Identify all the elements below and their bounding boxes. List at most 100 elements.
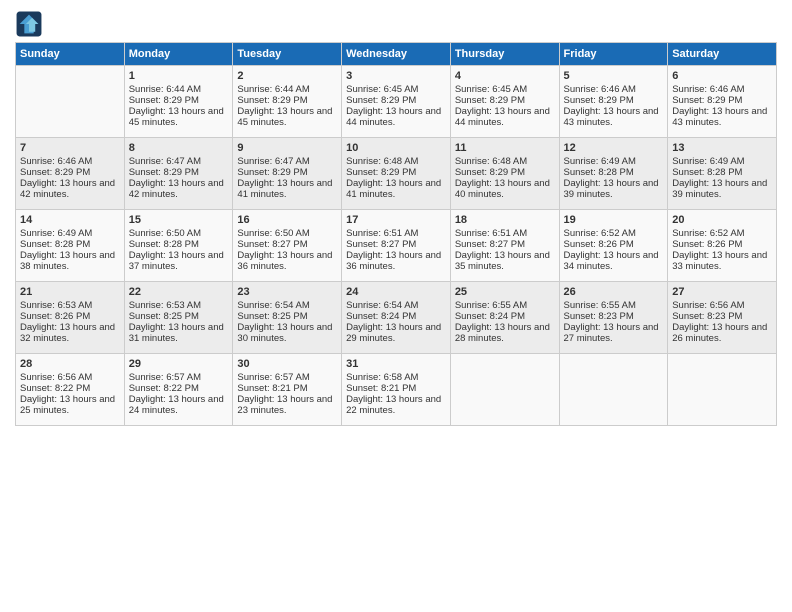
daylight-text: Daylight: 13 hours and 43 minutes.: [564, 106, 659, 128]
daylight-text: Daylight: 13 hours and 40 minutes.: [455, 178, 550, 200]
sunrise-text: Sunrise: 6:45 AM: [346, 84, 418, 95]
daylight-text: Daylight: 13 hours and 44 minutes.: [346, 106, 441, 128]
daylight-text: Daylight: 13 hours and 36 minutes.: [237, 250, 332, 272]
col-tuesday: Tuesday: [233, 43, 342, 66]
table-row: [450, 354, 559, 426]
day-number: 3: [346, 70, 446, 82]
daylight-text: Daylight: 13 hours and 24 minutes.: [129, 394, 224, 416]
sunset-text: Sunset: 8:29 PM: [129, 95, 199, 106]
daylight-text: Daylight: 13 hours and 31 minutes.: [129, 322, 224, 344]
sunset-text: Sunset: 8:29 PM: [455, 95, 525, 106]
sunrise-text: Sunrise: 6:46 AM: [672, 84, 744, 95]
day-number: 9: [237, 142, 337, 154]
table-row: 21Sunrise: 6:53 AMSunset: 8:26 PMDayligh…: [16, 282, 125, 354]
daylight-text: Daylight: 13 hours and 43 minutes.: [672, 106, 767, 128]
sunrise-text: Sunrise: 6:44 AM: [237, 84, 309, 95]
day-number: 12: [564, 142, 664, 154]
sunrise-text: Sunrise: 6:49 AM: [20, 228, 92, 239]
table-row: 30Sunrise: 6:57 AMSunset: 8:21 PMDayligh…: [233, 354, 342, 426]
sunrise-text: Sunrise: 6:52 AM: [564, 228, 636, 239]
daylight-text: Daylight: 13 hours and 38 minutes.: [20, 250, 115, 272]
day-number: 27: [672, 286, 772, 298]
logo-icon: [15, 10, 43, 38]
sunrise-text: Sunrise: 6:52 AM: [672, 228, 744, 239]
col-wednesday: Wednesday: [342, 43, 451, 66]
sunset-text: Sunset: 8:26 PM: [20, 311, 90, 322]
sunrise-text: Sunrise: 6:57 AM: [237, 372, 309, 383]
sunrise-text: Sunrise: 6:47 AM: [237, 156, 309, 167]
daylight-text: Daylight: 13 hours and 42 minutes.: [129, 178, 224, 200]
header-row: Sunday Monday Tuesday Wednesday Thursday…: [16, 43, 777, 66]
table-row: 15 Sunrise: 6:50 AMSunset: 8:28 PMDayligh…: [124, 210, 233, 282]
table-row: 28Sunrise: 6:56 AMSunset: 8:22 PMDayligh…: [16, 354, 125, 426]
day-number: 15: [129, 214, 229, 226]
sunrise-text: Sunrise: 6:50 AM: [237, 228, 309, 239]
day-number: 22: [129, 286, 229, 298]
daylight-text: Daylight: 13 hours and 39 minutes.: [564, 178, 659, 200]
day-number: 26: [564, 286, 664, 298]
sunrise-text: Sunrise: 6:54 AM: [237, 300, 309, 311]
daylight-text: Daylight: 13 hours and 41 minutes.: [237, 178, 332, 200]
table-row: 8Sunrise: 6:47 AMSunset: 8:29 PMDaylight…: [124, 138, 233, 210]
sunrise-text: Sunrise: 6:46 AM: [564, 84, 636, 95]
day-number: 18: [455, 214, 555, 226]
daylight-text: Daylight: 13 hours and 37 minutes.: [129, 250, 224, 272]
daylight-text: Daylight: 13 hours and 32 minutes.: [20, 322, 115, 344]
sunrise-text: Sunrise: 6:50 AM: [129, 228, 201, 239]
day-number: 28: [20, 358, 120, 370]
table-row: 3Sunrise: 6:45 AMSunset: 8:29 PMDaylight…: [342, 66, 451, 138]
logo: [15, 10, 45, 38]
day-number: 10: [346, 142, 446, 154]
table-row: 22Sunrise: 6:53 AMSunset: 8:25 PMDayligh…: [124, 282, 233, 354]
sunrise-text: Sunrise: 6:44 AM: [129, 84, 201, 95]
sunrise-text: Sunrise: 6:46 AM: [20, 156, 92, 167]
day-number: 24: [346, 286, 446, 298]
daylight-text: Daylight: 13 hours and 45 minutes.: [237, 106, 332, 128]
table-row: 24Sunrise: 6:54 AMSunset: 8:24 PMDayligh…: [342, 282, 451, 354]
table-row: [668, 354, 777, 426]
table-row: [16, 66, 125, 138]
day-number: 20: [672, 214, 772, 226]
week-row-2: 7Sunrise: 6:46 AMSunset: 8:29 PMDaylight…: [16, 138, 777, 210]
table-row: 19Sunrise: 6:52 AMSunset: 8:26 PMDayligh…: [559, 210, 668, 282]
day-number: 8: [129, 142, 229, 154]
sunset-text: Sunset: 8:27 PM: [455, 239, 525, 250]
table-row: 31Sunrise: 6:58 AMSunset: 8:21 PMDayligh…: [342, 354, 451, 426]
sunset-text: Sunset: 8:21 PM: [346, 383, 416, 394]
sunrise-text: Sunrise: 6:49 AM: [564, 156, 636, 167]
day-number: 16: [237, 214, 337, 226]
day-number: 21: [20, 286, 120, 298]
sunrise-text: Sunrise: 6:48 AM: [346, 156, 418, 167]
table-row: 11Sunrise: 6:48 AMSunset: 8:29 PMDayligh…: [450, 138, 559, 210]
daylight-text: Daylight: 13 hours and 36 minutes.: [346, 250, 441, 272]
sunset-text: Sunset: 8:29 PM: [237, 167, 307, 178]
col-sunday: Sunday: [16, 43, 125, 66]
table-row: 4Sunrise: 6:45 AMSunset: 8:29 PMDaylight…: [450, 66, 559, 138]
day-number: 30: [237, 358, 337, 370]
sunset-text: Sunset: 8:27 PM: [237, 239, 307, 250]
day-number: 14: [20, 214, 120, 226]
sunset-text: Sunset: 8:28 PM: [129, 239, 199, 250]
daylight-text: Daylight: 13 hours and 39 minutes.: [672, 178, 767, 200]
day-number: 23: [237, 286, 337, 298]
day-number: 5: [564, 70, 664, 82]
table-row: 14Sunrise: 6:49 AMSunset: 8:28 PMDayligh…: [16, 210, 125, 282]
sunset-text: Sunset: 8:29 PM: [455, 167, 525, 178]
day-number: 25: [455, 286, 555, 298]
sunrise-text: Sunrise: 6:58 AM: [346, 372, 418, 383]
sunset-text: Sunset: 8:29 PM: [129, 167, 199, 178]
col-friday: Friday: [559, 43, 668, 66]
daylight-text: Daylight: 13 hours and 34 minutes.: [564, 250, 659, 272]
sunrise-text: Sunrise: 6:49 AM: [672, 156, 744, 167]
day-number: 31: [346, 358, 446, 370]
sunrise-text: Sunrise: 6:53 AM: [129, 300, 201, 311]
table-row: 18Sunrise: 6:51 AMSunset: 8:27 PMDayligh…: [450, 210, 559, 282]
col-monday: Monday: [124, 43, 233, 66]
week-row-4: 21Sunrise: 6:53 AMSunset: 8:26 PMDayligh…: [16, 282, 777, 354]
table-row: 29Sunrise: 6:57 AMSunset: 8:22 PMDayligh…: [124, 354, 233, 426]
table-row: 6Sunrise: 6:46 AMSunset: 8:29 PMDaylight…: [668, 66, 777, 138]
table-row: 9 Sunrise: 6:47 AMSunset: 8:29 PMDaylight…: [233, 138, 342, 210]
daylight-text: Daylight: 13 hours and 35 minutes.: [455, 250, 550, 272]
week-row-3: 14Sunrise: 6:49 AMSunset: 8:28 PMDayligh…: [16, 210, 777, 282]
sunset-text: Sunset: 8:29 PM: [564, 95, 634, 106]
